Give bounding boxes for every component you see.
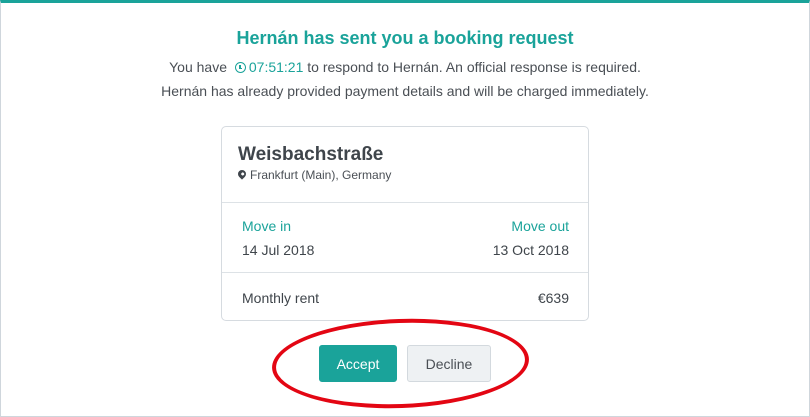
booking-summary-card: Weisbachstraße Frankfurt (Main), Germany… [221,126,589,321]
deadline-suffix: to respond to Hernán. An official respon… [307,59,641,75]
deadline-prefix: You have [169,59,227,75]
decline-button[interactable]: Decline [407,345,491,382]
move-out-date: 13 Oct 2018 [492,242,569,258]
request-title: Hernán has sent you a booking request [236,28,574,48]
listing-header: Weisbachstraße Frankfurt (Main), Germany [222,127,588,202]
card-divider [222,202,588,203]
monthly-rent-value: €639 [537,290,569,306]
payment-info-text: Hernán has already provided payment deta… [161,83,649,99]
move-in-date: 14 Jul 2018 [242,242,315,258]
response-deadline-text: You have 07:51:21 to respond to Hernán. … [0,59,810,75]
monthly-rent-label: Monthly rent [242,290,320,306]
listing-street: Weisbachstraße [238,144,384,165]
move-in-label: Move in [242,218,292,234]
listing-location: Frankfurt (Main), Germany [236,168,392,182]
accept-button[interactable]: Accept [319,345,397,382]
countdown-timer: 07:51:21 [248,59,304,75]
map-pin-icon [236,168,248,180]
move-out-label: Move out [511,218,569,234]
clock-icon [234,62,246,73]
card-divider [222,272,588,273]
location-text: Frankfurt (Main), Germany [250,168,392,182]
